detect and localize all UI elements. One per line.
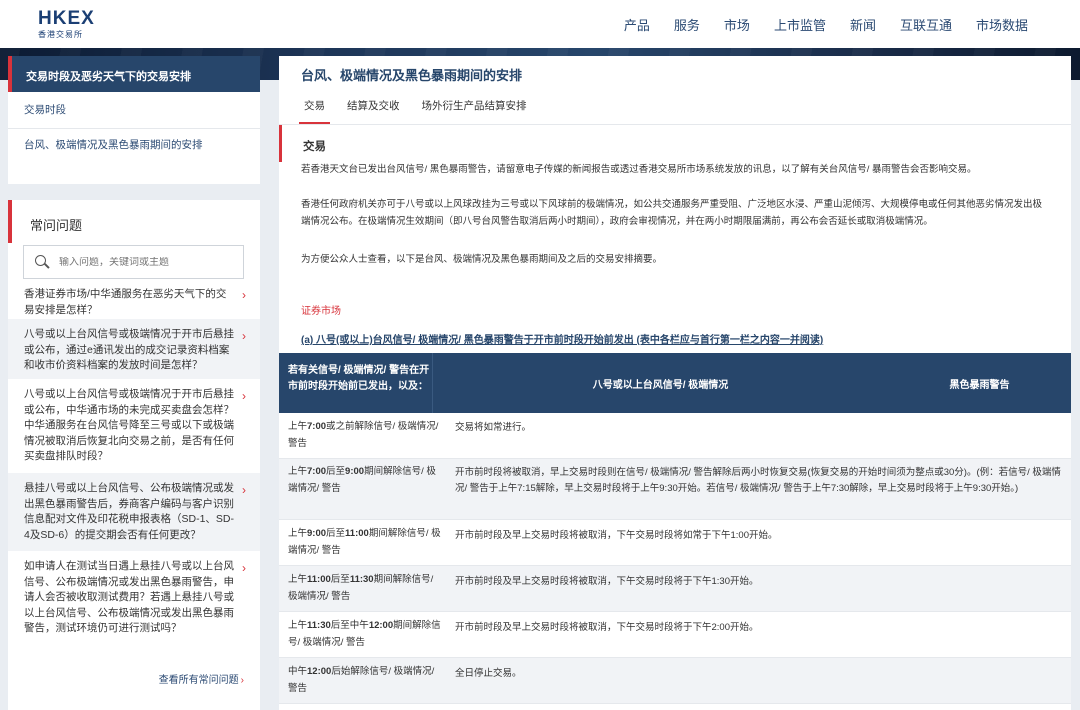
logo-wordmark: HKEX <box>38 8 95 29</box>
chevron-right-icon: › <box>242 389 246 403</box>
securities-market-heading: 证券市场 <box>301 306 341 317</box>
nav-item-news[interactable]: 新闻 <box>850 15 876 34</box>
time-value: 9:00 <box>307 528 327 539</box>
faq-item-text: 香港证券市场/中华通服务在恶劣天气下的交易安排是怎样？ <box>24 288 227 316</box>
time-prefix: 上午 <box>288 466 308 477</box>
faq-item-text: 八号或以上台风信号或极端情况于开市后悬挂或公布，通过e通讯发出的成交记录资料档案… <box>24 328 234 371</box>
content-tabs: 交易 结算及交收 场外衍生产品结算安排 <box>293 98 538 124</box>
time-connector: 后至 <box>326 528 346 539</box>
table-cell-condition: 上午9:00后至11:00期间解除信号/ 极端情况/ 警告 <box>279 520 445 565</box>
time-value: 11:00 <box>307 574 331 585</box>
nav-item-listing[interactable]: 上市监管 <box>774 15 826 34</box>
table-row: 上午7:00后至9:00期间解除信号/ 极端情况/ 警告 开市前时段将被取消，早… <box>279 459 1071 520</box>
time-prefix: 上午 <box>288 574 308 585</box>
table-cell-arrangement: 开市前时段及早上交易时段将被取消，下午交易时段将于下午1:30开始。 <box>455 576 759 587</box>
faq-item[interactable]: 香港证券市场/中华通服务在恶劣天气下的交易安排是怎样？ › <box>8 285 260 319</box>
faq-title: 常问问题 <box>8 200 260 243</box>
top-header: HKEX 香港交易所 产品 服务 市场 上市监管 新闻 互联互通 市场数据 <box>0 0 1080 48</box>
faq-item-text: 悬挂八号或以上台风信号、公布极端情况或发出黑色暴雨警告后，券商客户编码与客户识别… <box>24 482 235 541</box>
chevron-right-icon: › <box>242 483 246 497</box>
chevron-right-icon: › <box>242 329 246 343</box>
time-prefix: 上午 <box>288 620 308 631</box>
hkex-logo[interactable]: HKEX 香港交易所 <box>38 9 98 39</box>
chevron-right-icon: › <box>240 675 244 686</box>
table-cell-arrangement: 全日停止交易。 <box>455 668 522 679</box>
table-cell-condition: 上午11:30后至中午12:00期间解除信号/ 极端情况/ 警告 <box>279 612 445 657</box>
time-value: 11:00 <box>345 528 369 539</box>
paragraph: 为方便公众人士查看，以下是台风、极端情况及黑色暴雨期间及之后的交易安排摘要。 <box>301 254 663 265</box>
tab-trading[interactable]: 交易 <box>293 98 336 124</box>
nav-item-market-data[interactable]: 市场数据 <box>976 15 1028 34</box>
table-cell-arrangement: 开市前时段将被取消，早上交易时段则在信号/ 极端情况/ 警告解除后两小时恢复交易… <box>455 467 1061 494</box>
time-prefix: 中午 <box>288 666 308 677</box>
paragraph: 若香港天文台已发出台风信号/ 黑色暴雨警告，请留意电子传媒的新闻报告或透过香港交… <box>301 164 977 175</box>
faq-search-box[interactable] <box>23 245 244 279</box>
faq-list: 香港证券市场/中华通服务在恶劣天气下的交易安排是怎样？ › 八号或以上台风信号或… <box>8 285 260 647</box>
tab-divider <box>279 124 1071 125</box>
nav-item-market[interactable]: 市场 <box>724 15 750 34</box>
chevron-right-icon: › <box>242 288 246 302</box>
table-cell-condition: 上午7:00或之前解除信号/ 极端情况/ 警告 <box>279 413 445 458</box>
sidebar-header[interactable]: 交易时段及恶劣天气下的交易安排 <box>8 56 260 92</box>
faq-item-text: 如申请人在测试当日遇上悬挂八号或以上台风信号、公布极端情况或发出黑色暴雨警告，申… <box>24 560 234 634</box>
time-prefix: 上午 <box>288 528 308 539</box>
time-connector: 后至 <box>330 574 350 585</box>
main-nav: 产品 服务 市场 上市监管 新闻 互联互通 市场数据 <box>624 0 1028 48</box>
faq-item[interactable]: 如申请人在测试当日遇上悬挂八号或以上台风信号、公布极端情况或发出黑色暴雨警告，申… <box>8 551 260 647</box>
view-all-faq-link[interactable]: 查看所有常问问题 › <box>159 671 244 686</box>
section-sidebar: 交易时段及恶劣天气下的交易安排 交易时段 台风、极端情况及黑色暴雨期间的安排 <box>8 56 260 184</box>
table-row: 上午11:30后至中午12:00期间解除信号/ 极端情况/ 警告 开市前时段及早… <box>279 612 1071 658</box>
section-accent-bar <box>279 125 282 162</box>
nav-item-products[interactable]: 产品 <box>624 15 650 34</box>
section-title: 交易 <box>303 141 326 153</box>
table-header: 若有关信号/ 极端情况/ 警告在开市前时段开始前已发出，以及： 八号或以上台风信… <box>279 353 1071 413</box>
search-icon <box>34 254 50 270</box>
logo-subtitle: 香港交易所 <box>38 30 83 39</box>
faq-item[interactable]: 悬挂八号或以上台风信号、公布极端情况或发出黑色暴雨警告后，券商客户编码与客户识别… <box>8 473 260 551</box>
time-value: 7:00 <box>307 421 327 432</box>
nav-item-services[interactable]: 服务 <box>674 15 700 34</box>
table-header-cell: 八号或以上台风信号/ 极端情况 <box>592 380 729 391</box>
time-value: 12:00 <box>368 620 394 631</box>
faq-search-input[interactable] <box>59 256 239 268</box>
sidebar-item-typhoon-arrangements[interactable]: 台风、极端情况及黑色暴雨期间的安排 <box>8 129 260 153</box>
table-header-cell: 若有关信号/ 极端情况/ 警告在开市前时段开始前已发出，以及： <box>279 353 433 413</box>
time-value: 11:30 <box>349 574 374 585</box>
faq-item[interactable]: 八号或以上台风信号或极端情况于开市后悬挂或公布，中华通市场的未完成买卖盘会怎样？… <box>8 379 260 473</box>
trading-arrangements-table: 若有关信号/ 极端情况/ 警告在开市前时段开始前已发出，以及： 八号或以上台风信… <box>279 353 1071 704</box>
table-caption: (a) 八号(或以上)台风信号/ 极端情况/ 黑色暴雨警告于开市前时段开始前发出… <box>301 335 824 346</box>
table-row: 上午7:00或之前解除信号/ 极端情况/ 警告 交易将如常进行。 <box>279 413 1071 459</box>
time-connector: 后至 <box>326 466 346 477</box>
table-cell-condition: 上午11:00后至11:30期间解除信号/ 极端情况/ 警告 <box>279 566 445 611</box>
table-row: 上午11:00后至11:30期间解除信号/ 极端情况/ 警告 开市前时段及早上交… <box>279 566 1071 612</box>
time-connector: 后至中午 <box>330 620 369 631</box>
nav-item-connect[interactable]: 互联互通 <box>900 15 952 34</box>
table-cell-arrangement: 开市前时段及早上交易时段将被取消，下午交易时段将如常于下午1:00开始。 <box>455 530 778 541</box>
view-all-faq-label: 查看所有常问问题 <box>158 675 239 686</box>
table-cell-arrangement: 开市前时段及早上交易时段将被取消，下午交易时段将于下午2:00开始。 <box>455 622 759 633</box>
time-value: 9:00 <box>345 466 365 477</box>
table-row: 中午12:00后始解除信号/ 极端情况/ 警告 全日停止交易。 <box>279 658 1071 704</box>
table-cell-condition: 中午12:00后始解除信号/ 极端情况/ 警告 <box>279 658 445 703</box>
table-cell-condition: 上午7:00后至9:00期间解除信号/ 极端情况/ 警告 <box>279 459 445 519</box>
time-prefix: 上午 <box>288 421 308 432</box>
table-row: 上午9:00后至11:00期间解除信号/ 极端情况/ 警告 开市前时段及早上交易… <box>279 520 1071 566</box>
time-value: 11:30 <box>307 620 331 631</box>
faq-item[interactable]: 八号或以上台风信号或极端情况于开市后悬挂或公布，通过e通讯发出的成交记录资料档案… <box>8 319 260 379</box>
time-value: 12:00 <box>307 666 332 677</box>
sidebar-item-trading-hours[interactable]: 交易时段 <box>8 92 260 129</box>
page-title: 台风、极端情况及黑色暴雨期间的安排 <box>301 68 523 83</box>
tab-otc-clearing[interactable]: 场外衍生产品结算安排 <box>411 98 538 124</box>
faq-panel: 常问问题 香港证券市场/中华通服务在恶劣天气下的交易安排是怎样？ › 八号或以上… <box>8 200 260 710</box>
paragraph: 香港任何政府机关亦可于八号或以上风球改挂为三号或以下风球前的极端情况，如公共交通… <box>301 199 1043 227</box>
tab-clearing-settlement[interactable]: 结算及交收 <box>336 98 411 124</box>
chevron-right-icon: › <box>242 561 246 575</box>
main-content: 台风、极端情况及黑色暴雨期间的安排 交易 结算及交收 场外衍生产品结算安排 交易… <box>279 56 1071 710</box>
table-header-cell: 黑色暴雨警告 <box>949 380 1010 391</box>
time-value: 7:00 <box>307 466 327 477</box>
faq-item-text: 八号或以上台风信号或极端情况于开市后悬挂或公布，中华通市场的未完成买卖盘会怎样？… <box>24 388 234 462</box>
table-cell-arrangement: 交易将如常进行。 <box>455 422 532 433</box>
